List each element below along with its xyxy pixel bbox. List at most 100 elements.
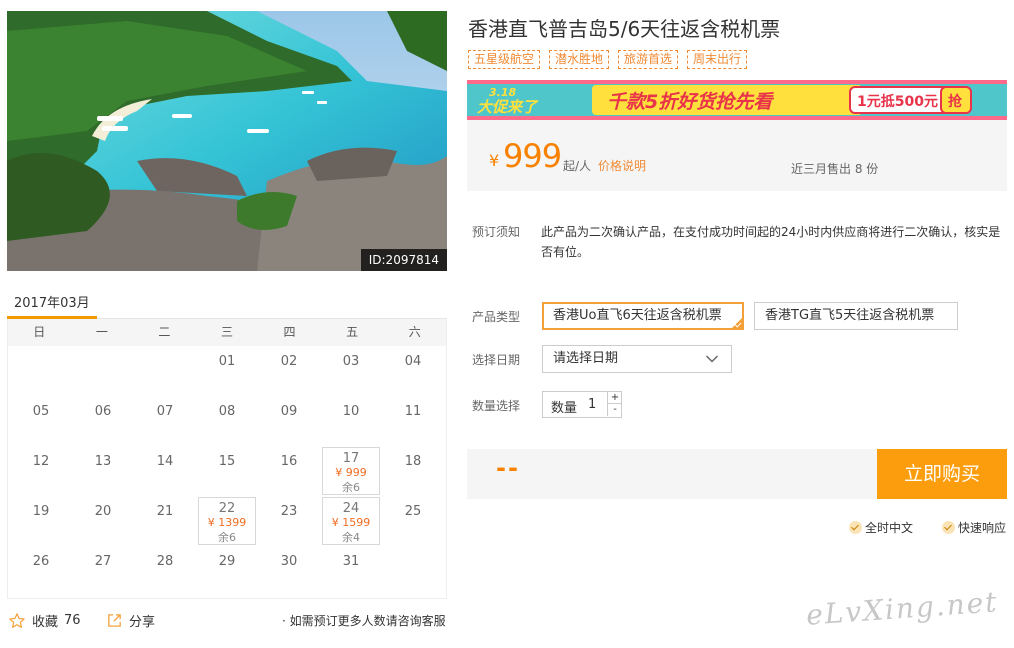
calendar-day: 29 — [196, 546, 258, 596]
price-currency: ¥ — [489, 151, 500, 170]
hero-image: ID:2097814 — [7, 11, 447, 271]
calendar-day: 03 — [320, 346, 382, 396]
day-number: 22 — [218, 501, 236, 516]
quantity-value[interactable]: 1 — [588, 397, 596, 412]
sold-count: 近三月售出 8 份 — [791, 162, 879, 176]
quantity-increase-button[interactable]: + — [607, 392, 622, 404]
day-number: 05 — [32, 404, 50, 419]
calendar: 日 一 二 三 四 五 六 01 02 03 04 05 06 07 08 09 10 11 12 13 14 15 16… — [7, 319, 447, 599]
quantity-label: 数量选择 — [472, 399, 521, 413]
calendar-day: 11 — [382, 396, 444, 446]
calendar-week: 05 06 07 08 09 10 11 — [10, 396, 446, 446]
favorite-button[interactable]: 收藏 76 — [8, 611, 81, 630]
calendar-day — [72, 346, 134, 396]
banner-coupon: 1元抵500元 — [857, 93, 938, 110]
product-tags: 五星级航空 潜水胜地 旅游首选 周末出行 — [468, 50, 748, 69]
day-number: 31 — [342, 554, 360, 569]
banner-grab: 抢 — [948, 93, 963, 110]
calendar-day: 28 — [134, 546, 196, 596]
tag: 五星级航空 — [468, 50, 541, 69]
day-number: 17 — [342, 451, 360, 466]
date-select-dropdown[interactable]: 请选择日期 — [542, 345, 732, 373]
calendar-week: 19 20 21 22 ¥ 1399 余6 23 24 ¥ 1599 余4 25 — [10, 496, 446, 546]
calendar-day: 15 — [196, 446, 258, 496]
product-type-option-selected[interactable]: 香港Uo直飞6天往返含税机票 — [542, 302, 744, 330]
promo-banner[interactable]: 3.18 大促来了 千款5折好货抢先看 1元抵500元 抢 — [467, 80, 1007, 120]
day-number: 16 — [280, 454, 298, 469]
quantity-field-label: 数量 — [551, 401, 578, 416]
day-number: 26 — [32, 554, 50, 569]
price-unit: 起/人 — [563, 159, 592, 173]
day-number: 09 — [280, 404, 298, 419]
weekday-label: 一 — [95, 325, 108, 339]
day-number: 24 — [342, 501, 360, 516]
service-label: 全时中文 — [865, 521, 914, 535]
calendar-day — [134, 346, 196, 396]
image-id-badge: ID:2097814 — [360, 249, 447, 271]
calendar-day: 01 — [196, 346, 258, 396]
check-circle-icon — [942, 521, 955, 534]
price-note-link[interactable]: 价格说明 — [598, 157, 646, 174]
calendar-day: 07 — [134, 396, 196, 446]
quantity-decrease-button[interactable]: - — [607, 404, 622, 416]
buy-now-button[interactable]: 立即购买 — [877, 449, 1007, 499]
weekday-label: 日 — [33, 325, 46, 339]
favorite-label: 收藏 — [32, 615, 59, 630]
calendar-day: 12 — [10, 446, 72, 496]
product-title: 香港直飞普吉岛5/6天往返含税机票 — [468, 17, 781, 41]
weekday-label: 六 — [408, 325, 421, 339]
calendar-week: 12 13 14 15 16 17 ¥ 999 余6 18 — [10, 446, 446, 496]
calendar-day — [382, 546, 444, 596]
day-number: 07 — [156, 404, 174, 419]
day-number: 29 — [218, 554, 236, 569]
product-type-option-label: 香港Uo直飞6天往返含税机票 — [553, 308, 722, 323]
day-price: ¥ 1399 — [207, 516, 247, 529]
product-type-option[interactable]: 香港TG直飞5天往返含税机票 — [754, 302, 958, 330]
calendar-grid: 01 02 03 04 05 06 07 08 09 10 11 12 13 14 15 16 17 ¥ 999 余… — [8, 346, 446, 596]
service-chinese-support: 全时中文 — [849, 519, 913, 536]
calendar-day-available[interactable]: 17 ¥ 999 余6 — [320, 446, 382, 496]
calendar-day: 05 — [10, 396, 72, 446]
calendar-day: 06 — [72, 396, 134, 446]
day-number: 06 — [94, 404, 112, 419]
day-number: 25 — [404, 504, 422, 519]
calendar-day: 13 — [72, 446, 134, 496]
day-number: 12 — [32, 454, 50, 469]
calendar-day — [10, 346, 72, 396]
weekday-label: 四 — [283, 325, 296, 339]
calendar-day: 10 — [320, 396, 382, 446]
day-number: 18 — [404, 454, 422, 469]
contact-notice: · 如需预订更多人数请咨询客服 — [282, 614, 446, 628]
calendar-day: 31 — [320, 546, 382, 596]
quantity-stepper: 数量 1 + - — [542, 391, 622, 418]
calendar-month: 2017年03月 — [14, 296, 90, 311]
calendar-day: 04 — [382, 346, 444, 396]
day-price: ¥ 1599 — [331, 516, 371, 529]
calendar-day: 19 — [10, 496, 72, 546]
day-number: 04 — [404, 354, 422, 369]
calendar-day: 18 — [382, 446, 444, 496]
share-button[interactable]: 分享 — [106, 611, 155, 630]
day-number: 20 — [94, 504, 112, 519]
banner-promo: 大促来了 — [477, 98, 539, 116]
selected-check-icon — [731, 317, 743, 329]
day-number: 19 — [32, 504, 50, 519]
calendar-day-available[interactable]: 24 ¥ 1599 余4 — [320, 496, 382, 546]
calendar-day: 26 — [10, 546, 72, 596]
order-bar: -- 立即购买 — [467, 449, 1007, 499]
calendar-week: 26 27 28 29 30 31 — [10, 546, 446, 596]
order-total: -- — [496, 454, 520, 482]
calendar-day-available[interactable]: 22 ¥ 1399 余6 — [196, 496, 258, 546]
calendar-day: 02 — [258, 346, 320, 396]
banner-headline: 千款5折好货抢先看 — [607, 91, 774, 113]
day-number: 10 — [342, 404, 360, 419]
day-number: 21 — [156, 504, 174, 519]
day-number: 08 — [218, 404, 236, 419]
tag: 旅游首选 — [618, 50, 679, 69]
weekday-label: 二 — [158, 325, 171, 339]
day-stock: 余6 — [342, 481, 360, 494]
booking-notice-label: 预订须知 — [472, 225, 521, 239]
day-number: 11 — [404, 404, 422, 419]
day-number: 15 — [218, 454, 236, 469]
price-amount: 999 — [503, 137, 562, 175]
